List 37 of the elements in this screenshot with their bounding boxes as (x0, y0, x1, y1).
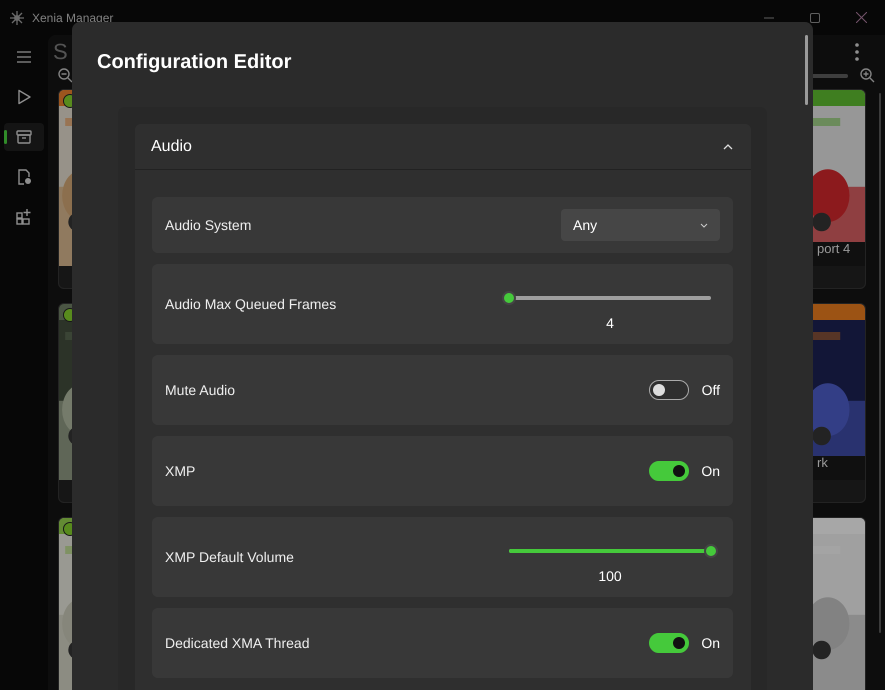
slider-value: 100 (598, 566, 622, 586)
close-icon[interactable] (856, 12, 867, 23)
archive-icon (15, 128, 33, 146)
toggle-state: On (700, 462, 720, 480)
setting-label: Audio System (165, 216, 252, 235)
toggle-switch[interactable] (649, 380, 689, 400)
toggle-state: Off (700, 380, 720, 400)
slider-thumb[interactable] (704, 544, 718, 558)
slider-thumb[interactable] (502, 290, 516, 304)
setting-label: XMP Default Volume (165, 548, 294, 566)
dropdown[interactable]: Any (561, 209, 720, 241)
setting-label: Dedicated XMA Thread (165, 634, 310, 652)
setting-label: Mute Audio (165, 380, 236, 400)
section-header[interactable]: Audio (135, 124, 751, 170)
section-title: Audio (151, 136, 192, 156)
scrollbar[interactable] (805, 35, 808, 105)
toggle-switch[interactable] (649, 633, 689, 653)
setting-label: Audio Max Queued Frames (165, 294, 336, 314)
chevron-icon (700, 222, 708, 228)
page-title: S (53, 38, 68, 66)
toggle-state: On (700, 634, 720, 652)
dialog-title: Configuration Editor (97, 50, 292, 74)
app-logo-icon (10, 10, 24, 24)
toggle-switch[interactable] (649, 461, 689, 481)
zoom-in-icon[interactable] (860, 68, 875, 83)
game-title: rk (817, 454, 828, 472)
window-title: Xenia Manager (32, 10, 114, 26)
setting-label: XMP (165, 462, 196, 480)
more-options-icon[interactable] (855, 42, 859, 60)
game-title: port 4 (817, 240, 850, 258)
grid-plus-icon (15, 208, 33, 226)
scrollbar[interactable] (879, 93, 881, 633)
maximize-icon[interactable] (810, 12, 820, 22)
zoom-out-icon[interactable] (58, 68, 73, 83)
nav-item[interactable] (4, 123, 44, 151)
slider-value: 4 (606, 314, 614, 332)
chevron-icon (723, 144, 733, 150)
